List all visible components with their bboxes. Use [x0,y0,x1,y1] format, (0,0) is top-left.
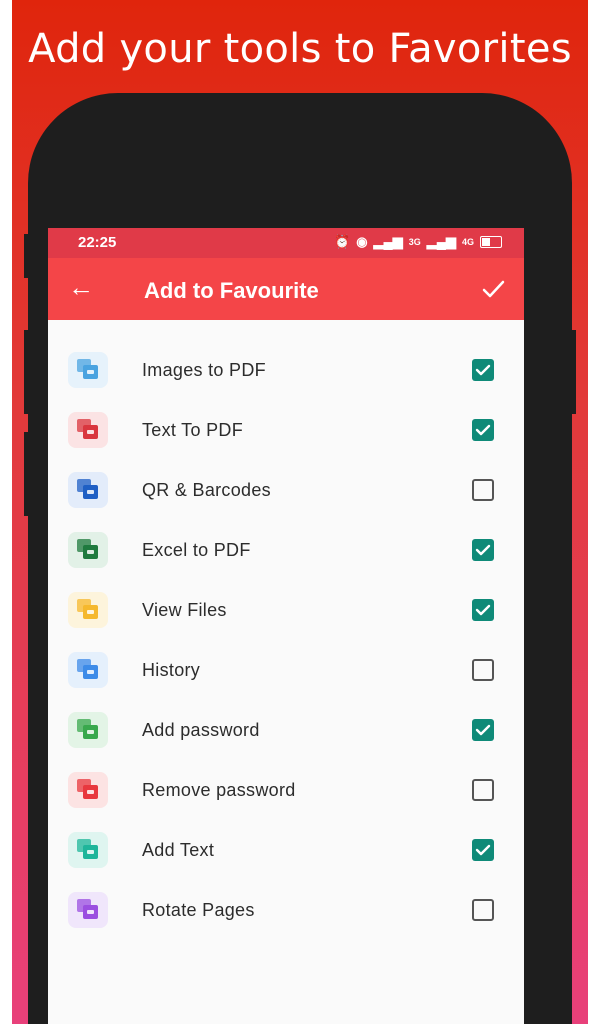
tool-label: Excel to PDF [142,540,251,560]
tool-row[interactable]: Add Text [48,820,524,880]
promo-headline: Add your tools to Favorites [28,26,572,72]
tool-label: QR & Barcodes [142,480,271,500]
history-file-icon [68,652,108,688]
favourite-checkbox[interactable] [472,599,494,621]
tool-label: Add Text [142,840,215,860]
tool-row[interactable]: Excel to PDF [48,520,524,580]
rotate-file-icon [68,892,108,928]
favourite-checkbox[interactable] [472,779,494,801]
image-file-icon [68,352,108,388]
tool-label: Images to PDF [142,360,266,380]
tool-label: Remove password [142,780,296,800]
signal-icon: ▂▄▆ [373,234,403,249]
favourite-checkbox[interactable] [472,899,494,921]
tool-row[interactable]: Remove password [48,760,524,820]
signal-icon-2: ▂▄▆ [426,234,456,249]
status-icons: ⏰ ◉ ▂▄▆ 3G ▂▄▆ 4G [334,234,502,250]
network-3g-label: 3G [408,237,421,247]
tool-row[interactable]: Add password [48,700,524,760]
favourite-checkbox[interactable] [472,359,494,381]
phone-screen: 22:25 ⏰ ◉ ▂▄▆ 3G ▂▄▆ 4G ← Add to Favouri… [48,228,524,1024]
page-title: Add to Favourite [144,278,319,303]
tool-row[interactable]: QR & Barcodes [48,460,524,520]
tool-row[interactable]: View Files [48,580,524,640]
tool-label: View Files [142,600,227,620]
add-text-file-icon [68,832,108,868]
status-bar: 22:25 ⏰ ◉ ▂▄▆ 3G ▂▄▆ 4G [48,228,524,258]
favourite-checkbox[interactable] [472,659,494,681]
favourite-checkbox[interactable] [472,419,494,441]
arrow-left-icon[interactable]: ← [68,272,94,303]
check-icon[interactable] [478,274,508,304]
alarm-icon: ⏰ [334,234,351,249]
tool-label: Rotate Pages [142,900,255,920]
hotspot-icon: ◉ [356,234,368,249]
tool-row[interactable]: Rotate Pages [48,880,524,940]
qr-file-icon [68,472,108,508]
tool-row[interactable]: Images to PDF [48,340,524,400]
favourite-checkbox[interactable] [472,479,494,501]
lock-file-icon [68,712,108,748]
app-bar: ← Add to Favourite [48,258,524,320]
favourite-checkbox[interactable] [472,719,494,741]
tool-label: Text To PDF [142,420,243,440]
tool-row[interactable]: Text To PDF [48,400,524,460]
network-4g-label: 4G [461,237,474,247]
favourite-tools-list: Images to PDF Text To PDF QR & Barcodes Exc… [48,320,524,940]
status-time: 22:25 [78,234,117,251]
favourite-checkbox[interactable] [472,539,494,561]
view-file-icon [68,592,108,628]
text-file-icon [68,412,108,448]
tool-label: Add password [142,720,260,740]
excel-file-icon [68,532,108,568]
battery-icon [480,236,502,248]
tool-row[interactable]: History [48,640,524,700]
favourite-checkbox[interactable] [472,839,494,861]
unlock-file-icon [68,772,108,808]
tool-label: History [142,660,201,680]
